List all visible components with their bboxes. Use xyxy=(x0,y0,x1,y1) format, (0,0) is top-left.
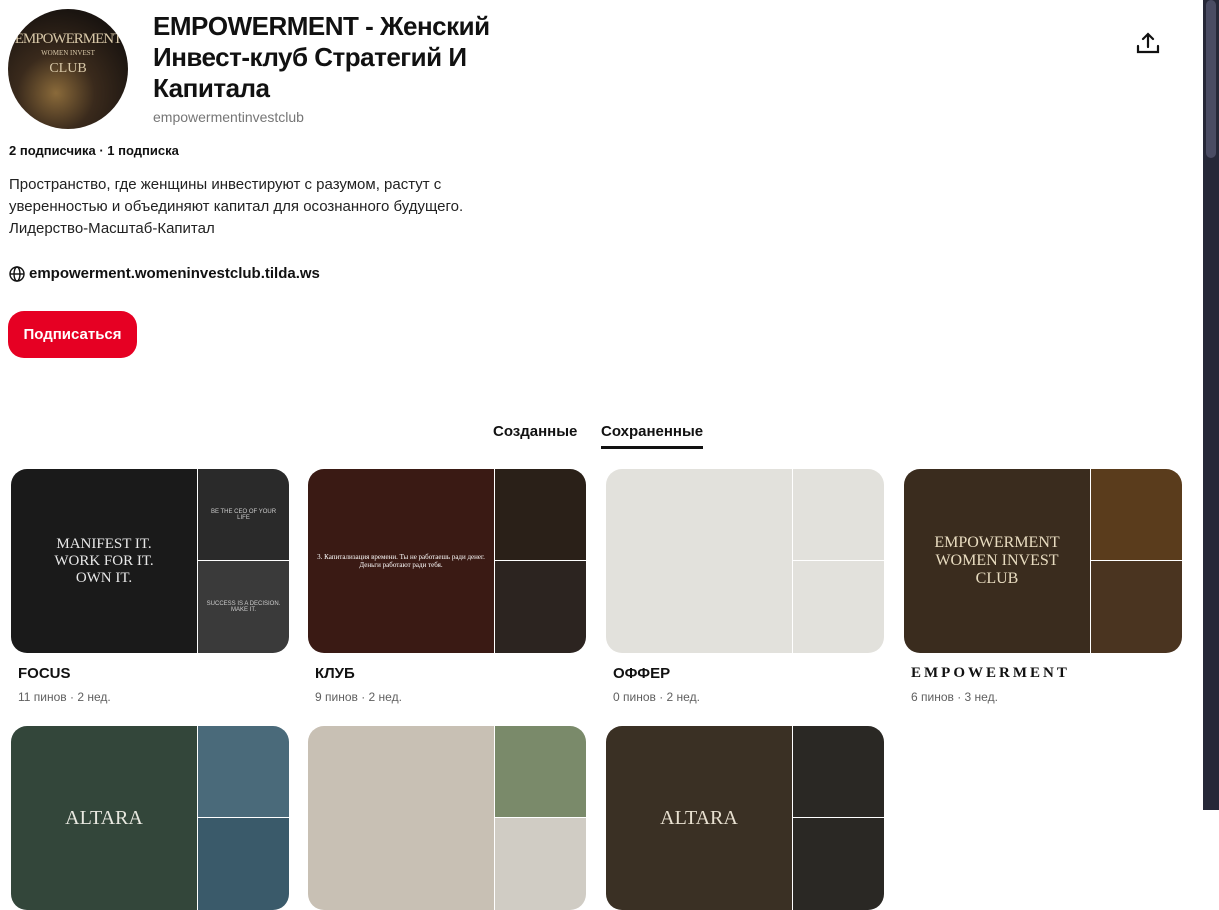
board-meta: 9 пинов · 2 нед. xyxy=(315,690,402,704)
board-cover[interactable]: ALTARA xyxy=(606,726,884,910)
board-cover-main: ALTARA xyxy=(11,726,197,910)
board-cover-thumb xyxy=(1091,469,1182,560)
profile-title: EMPOWERMENT - Женский Инвест-клуб Страте… xyxy=(153,11,490,103)
follower-stats[interactable]: 2 подписчика · 1 подписка xyxy=(9,143,179,158)
profile-handle: empowermentinvestclub xyxy=(153,109,304,125)
board-card[interactable]: 3. Капитализация времени. Ты не работаеш… xyxy=(308,469,586,704)
board-cover-main: EMPOWERMENT WOMEN INVEST CLUB xyxy=(904,469,1090,653)
board-cover-thumb xyxy=(495,561,586,653)
avatar-logo-text: WOMEN INVEST xyxy=(41,49,95,57)
profile-bio: Пространство, где женщины инвестируют с … xyxy=(9,176,464,237)
tab-created[interactable]: Созданные xyxy=(493,423,577,440)
tab-saved[interactable]: Сохраненные xyxy=(601,423,704,449)
globe-icon xyxy=(9,265,25,282)
board-cover-thumb: SUCCESS IS A DECISION. MAKE IT. xyxy=(198,561,289,653)
board-cover-thumb xyxy=(793,818,884,910)
avatar-logo-text: EMPOWERMENT xyxy=(14,31,123,47)
board-cover-thumb xyxy=(793,561,884,653)
board-cover[interactable]: EMPOWERMENT WOMEN INVEST CLUB xyxy=(904,469,1182,653)
board-card[interactable]: EMPOWERMENT WOMEN INVEST CLUB EMPOWERMEN… xyxy=(904,469,1182,704)
board-cover-main: MANIFEST IT. WORK FOR IT. OWN IT. xyxy=(11,469,197,653)
board-cover-main: ALTARA xyxy=(606,726,792,910)
board-cover-thumb: BE THE CEO OF YOUR LIFE xyxy=(198,469,289,560)
share-button[interactable] xyxy=(1134,30,1162,58)
board-cover-thumb xyxy=(495,726,586,817)
board-cover[interactable] xyxy=(606,469,884,653)
board-cover-main xyxy=(308,726,494,910)
follow-button[interactable]: Подписаться xyxy=(8,311,137,358)
board-title[interactable]: КЛУБ xyxy=(315,665,586,682)
board-meta: 0 пинов · 2 нед. xyxy=(613,690,700,704)
board-cover[interactable] xyxy=(308,726,586,910)
board-meta: 6 пинов · 3 нед. xyxy=(911,690,998,704)
website-url: empowerment.womeninvestclub.tilda.ws xyxy=(29,265,320,282)
share-icon xyxy=(1136,32,1160,54)
board-cover-main xyxy=(606,469,792,653)
board-card[interactable]: MANIFEST IT. WORK FOR IT. OWN IT. BE THE… xyxy=(11,469,289,704)
board-card[interactable]: ALTARA xyxy=(606,726,884,910)
board-title[interactable]: ОФФЕР xyxy=(613,665,884,682)
board-title[interactable]: FOCUS xyxy=(18,665,289,682)
board-cover-thumb xyxy=(793,469,884,560)
board-card[interactable]: ОФФЕР 0 пинов · 2 нед. xyxy=(606,469,884,704)
board-card[interactable]: ALTARA xyxy=(11,726,289,910)
board-cover-thumb xyxy=(198,726,289,817)
board-cover-thumb xyxy=(495,818,586,910)
profile-avatar: EMPOWERMENT WOMEN INVEST CLUB xyxy=(8,9,128,129)
board-cover[interactable]: ALTARA xyxy=(11,726,289,910)
board-meta: 11 пинов · 2 нед. xyxy=(18,690,111,704)
board-cover-thumb xyxy=(198,818,289,910)
board-title[interactable]: EMPOWERMENT xyxy=(911,665,1182,682)
website-link[interactable]: empowerment.womeninvestclub.tilda.ws xyxy=(9,265,320,282)
scrollbar-thumb[interactable] xyxy=(1206,0,1216,158)
board-cover[interactable]: MANIFEST IT. WORK FOR IT. OWN IT. BE THE… xyxy=(11,469,289,653)
board-cover[interactable]: 3. Капитализация времени. Ты не работаеш… xyxy=(308,469,586,653)
avatar-logo-text: CLUB xyxy=(49,61,87,76)
board-card[interactable] xyxy=(308,726,586,910)
board-cover-thumb xyxy=(793,726,884,817)
board-cover-thumb xyxy=(495,469,586,560)
board-cover-thumb xyxy=(1091,561,1182,653)
board-cover-main: 3. Капитализация времени. Ты не работаеш… xyxy=(308,469,494,653)
